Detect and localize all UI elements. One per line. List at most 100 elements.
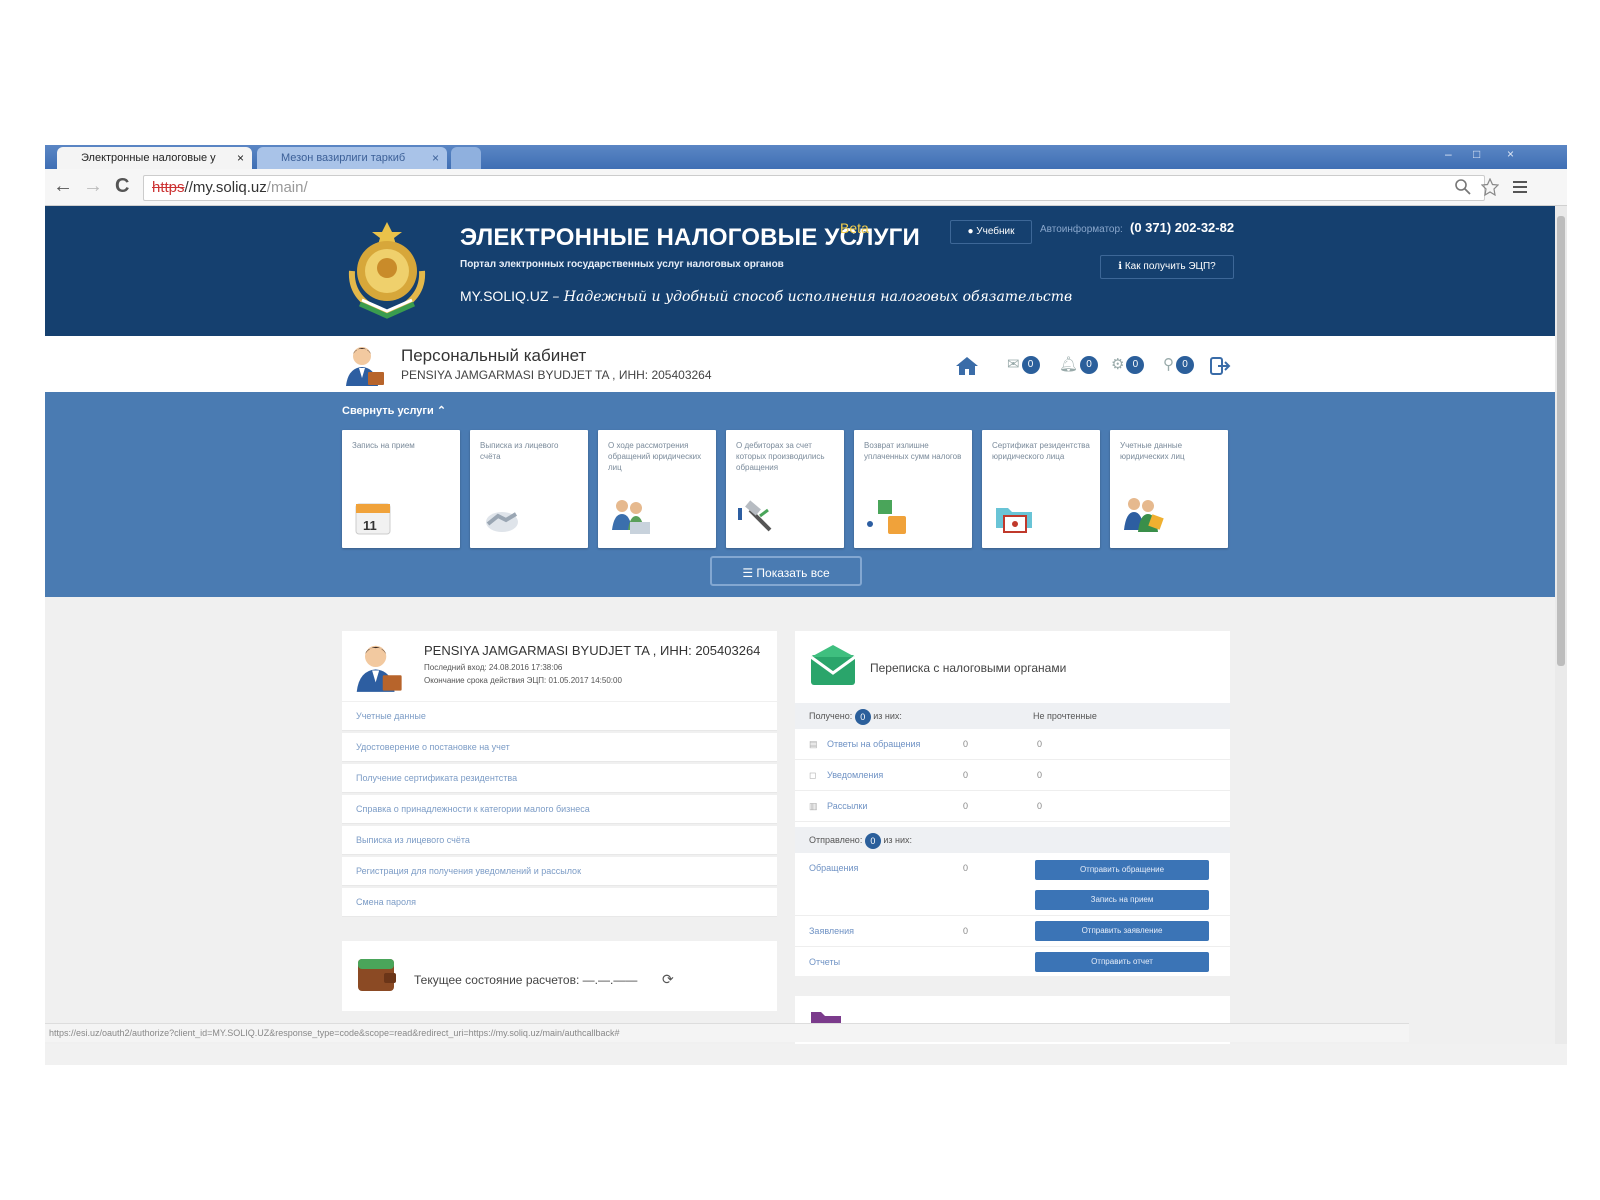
received-row-label: Уведомления	[827, 770, 884, 780]
notifications-counter[interactable]: 🔔︎ 0	[1059, 354, 1099, 376]
user-avatar-icon	[356, 645, 402, 692]
close-tab-icon[interactable]: ×	[237, 147, 244, 169]
service-card-title: О дебиторах за счет которых производилис…	[736, 441, 825, 472]
ecp-info-label: Как получить ЭЦП?	[1124, 261, 1216, 272]
beta-badge: Beta	[840, 220, 869, 236]
back-arrow-icon[interactable]: ←	[53, 175, 73, 198]
wallet-icon	[358, 959, 396, 991]
calendar-icon: 11	[355, 503, 391, 535]
service-card-debtors[interactable]: О дебиторах за счет которых производилис…	[726, 430, 844, 548]
sent-count: 0	[864, 832, 881, 849]
send-application-button[interactable]: Отправить заявление	[1035, 921, 1209, 941]
service-card-residency[interactable]: Сертификат резидентства юридического лиц…	[982, 430, 1100, 548]
tutorial-button[interactable]: ● Учебник	[950, 220, 1032, 244]
profile-menu-item[interactable]: Регистрация для получения уведомлений и …	[342, 857, 777, 886]
hammer-icon	[738, 500, 772, 532]
newsletter-count: 0	[1126, 356, 1145, 375]
business-people-icon	[1124, 498, 1164, 532]
logout-icon[interactable]	[1209, 356, 1231, 376]
sent-row-label: Обращения	[809, 863, 859, 873]
send-report-button[interactable]: Отправить отчет	[1035, 952, 1209, 972]
refresh-icon[interactable]: ⟳	[662, 971, 674, 988]
phone-number: (0 371) 202-32-82	[1130, 220, 1235, 235]
received-row[interactable]: ▤ Ответы на обращения 0 0	[795, 729, 1230, 760]
cabinet-title: Персональный кабинет	[401, 346, 587, 365]
service-card-title: Сертификат резидентства юридического лиц…	[992, 441, 1090, 461]
received-row-total: 0	[963, 770, 969, 780]
services-panel: Свернуть услуги ⌃ Запись на прием 11 Вып…	[45, 392, 1555, 597]
browser-window: Электронные налоговые у × Мезон вазирлиг…	[45, 145, 1567, 1065]
tab-active[interactable]: Электронные налоговые у ×	[57, 147, 252, 169]
sent-label: Отправлено:	[809, 835, 863, 845]
profile-menu-item[interactable]: Выписка из лицевого счёта	[342, 826, 777, 855]
site-header: ЭЛЕКТРОННЫЕ НАЛОГОВЫЕ УСЛУГИ Beta Портал…	[45, 206, 1555, 336]
home-icon[interactable]	[955, 356, 979, 376]
reload-icon[interactable]: C	[115, 175, 129, 198]
cabinet-bar: Персональный кабинет PENSIYA JAMGARMASI …	[45, 336, 1555, 392]
cabinet-org: PENSIYA JAMGARMASI BYUDJET TA , ИНН: 205…	[401, 368, 712, 382]
service-card-statement[interactable]: Выписка из лицевого счёта	[470, 430, 588, 548]
show-all-services-button[interactable]: ☰ Показать все	[710, 556, 862, 586]
book-appointment-button[interactable]: Запись на прием	[1035, 890, 1209, 910]
minimize-button[interactable]: –	[1445, 147, 1452, 161]
received-row-unread: 0	[1037, 801, 1043, 811]
profile-ecp-expiry: Окончание срока действия ЭЦП: 01.05.2017…	[424, 676, 622, 685]
messages-counter[interactable]: ✉ 0	[1007, 354, 1040, 376]
send-appeal-button[interactable]: Отправить обращение	[1035, 860, 1209, 880]
location-counter[interactable]: ⚲ 0	[1163, 354, 1194, 376]
received-row-unread: 0	[1037, 739, 1043, 749]
sent-row-label: Отчеты	[809, 957, 841, 967]
profile-card: PENSIYA JAMGARMASI BYUDJET TA , ИНН: 205…	[342, 631, 777, 701]
tab-inactive[interactable]: Мезон вазирлиги таркиб ×	[257, 147, 447, 169]
ecp-info-button[interactable]: ℹ Как получить ЭЦП?	[1100, 255, 1234, 279]
correspondence-card: Переписка с налоговыми органами Получено…	[795, 631, 1230, 976]
service-card-title: Выписка из лицевого счёта	[480, 441, 559, 461]
received-row[interactable]: ◻ Уведомления 0 0	[795, 760, 1230, 791]
service-card-appeals-status[interactable]: О ходе рассмотрения обращений юридически…	[598, 430, 716, 548]
vertical-scrollbar[interactable]	[1555, 206, 1567, 1044]
balance-card: Текущее состояние расчетов: —.—.—— ⟳	[342, 941, 777, 1011]
url-input[interactable]: https//my.soliq.uz/main/	[143, 175, 1485, 201]
url-path: /main/	[266, 179, 308, 196]
profile-org: PENSIYA JAMGARMASI BYUDJET TA , ИНН: 205…	[424, 643, 761, 658]
messages-count: 0	[1021, 356, 1040, 375]
balance-status: Текущее состояние расчетов: —.—.——	[414, 973, 637, 987]
service-card-refund[interactable]: Возврат излишне уплаченных сумм налогов	[854, 430, 972, 548]
sent-row-label: Заявления	[809, 926, 855, 936]
slogan-text: – Надежный и удобный способ исполнения н…	[552, 289, 1073, 305]
collapse-services-toggle[interactable]: Свернуть услуги ⌃	[342, 404, 446, 417]
handshake-icon	[486, 512, 518, 532]
new-tab-button[interactable]	[451, 147, 481, 169]
close-tab-icon[interactable]: ×	[432, 147, 439, 169]
balance-value: —.—.——	[582, 973, 638, 987]
profile-menu-item[interactable]: Удостоверение о постановке на учет	[342, 733, 777, 762]
state-emblem-logo	[348, 222, 426, 319]
zoom-icon[interactable]	[1455, 179, 1471, 195]
profile-menu-item[interactable]: Смена пароля	[342, 888, 777, 917]
menu-icon[interactable]	[1513, 180, 1529, 194]
close-window-button[interactable]: ×	[1507, 147, 1514, 161]
maximize-button[interactable]: □	[1473, 147, 1480, 161]
received-row-total: 0	[963, 739, 969, 749]
received-row[interactable]: ▥ Рассылки 0 0	[795, 791, 1230, 822]
received-of-them: из них:	[873, 711, 902, 721]
forward-arrow-icon[interactable]: →	[83, 175, 103, 198]
profile-menu-item[interactable]: Учетные данные	[342, 702, 777, 731]
profile-menu-item[interactable]: Справка о принадлежности к категории мал…	[342, 795, 777, 824]
tutorial-label: Учебник	[976, 226, 1015, 237]
collapse-services-label: Свернуть услуги	[342, 405, 434, 417]
profile-menu-item[interactable]: Получение сертификата резидентства	[342, 764, 777, 793]
service-card-registration-data[interactable]: Учетные данные юридических лиц	[1110, 430, 1228, 548]
service-card-title: Возврат излишне уплаченных сумм налогов	[864, 441, 962, 461]
refund-icon	[867, 500, 906, 534]
received-header: Получено: 0 из них: Не прочтенные	[795, 703, 1230, 729]
newsletter-counter[interactable]: ⚙ 0	[1111, 354, 1145, 376]
scrollbar-thumb[interactable]	[1557, 216, 1565, 666]
profile-last-login: Последний вход: 24.08.2016 17:38:06	[424, 663, 563, 672]
tab-bar: Электронные налоговые у × Мезон вазирлиг…	[45, 145, 1567, 169]
bookmark-star-icon[interactable]	[1481, 178, 1499, 196]
received-label: Получено:	[809, 711, 853, 721]
status-bar-url: https://esi.uz/oauth2/authorize?client_i…	[45, 1023, 1409, 1042]
received-row-total: 0	[963, 801, 969, 811]
service-card-appointment[interactable]: Запись на прием 11	[342, 430, 460, 548]
